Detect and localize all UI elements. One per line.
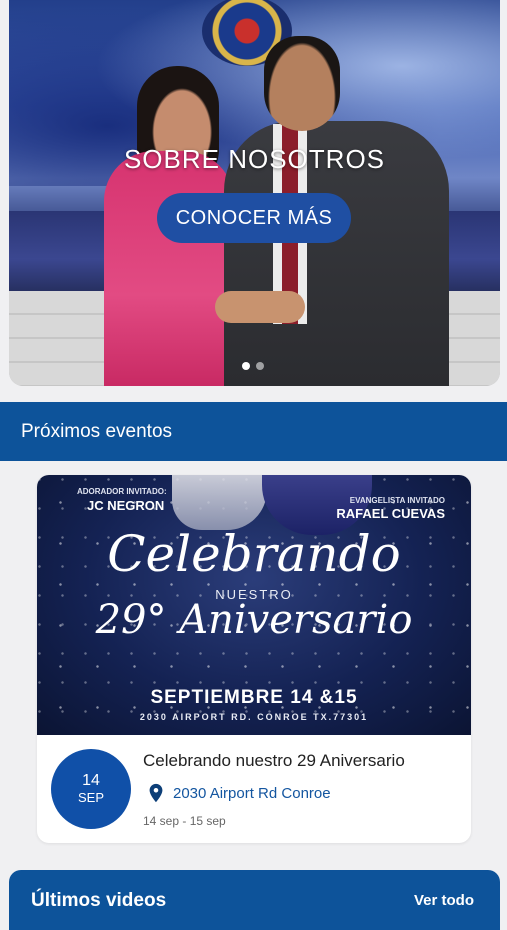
events-section-header: Próximos eventos bbox=[0, 402, 507, 461]
hero-banner[interactable]: SOBRE NOSOTROS CONOCER MÁS bbox=[9, 0, 500, 386]
carousel-dot-1[interactable] bbox=[242, 362, 250, 370]
event-day: 14 bbox=[82, 772, 100, 789]
event-card[interactable]: ADORADOR INVITADO: JC NEGRON EVANGELISTA… bbox=[37, 475, 471, 843]
flyer-guest1-role: ADORADOR INVITADO: bbox=[77, 487, 167, 496]
flyer-headline: Celebrando bbox=[107, 525, 401, 583]
flyer-guest2-name: RAFAEL CUEVAS bbox=[336, 506, 445, 521]
joined-hands bbox=[215, 291, 305, 323]
event-date-range: 14 sep - 15 sep bbox=[143, 814, 226, 828]
event-month: SEP bbox=[77, 790, 104, 805]
videos-section-header: Últimos videos Ver todo bbox=[9, 870, 500, 930]
event-flyer-image: ADORADOR INVITADO: JC NEGRON EVANGELISTA… bbox=[37, 475, 471, 735]
carousel-dot-2[interactable] bbox=[256, 362, 264, 370]
event-location[interactable]: 2030 Airport Rd Conroe bbox=[145, 781, 331, 805]
flyer-anniversary: 29° Aniversario bbox=[95, 597, 413, 643]
hero-title: SOBRE NOSOTROS bbox=[123, 144, 386, 174]
flyer-guest1-name: JC NEGRON bbox=[87, 498, 165, 513]
flyer-address: 2030 AIRPORT RD. CONROE TX.77301 bbox=[139, 712, 369, 722]
flyer-dates: SEPTIEMBRE 14 &15 bbox=[150, 687, 358, 708]
map-pin-icon bbox=[149, 783, 163, 803]
carousel-indicator[interactable] bbox=[242, 362, 264, 370]
learn-more-button[interactable]: CONOCER MÁS bbox=[157, 193, 351, 243]
woman-figure bbox=[104, 151, 234, 386]
videos-section-title: Últimos videos bbox=[31, 890, 167, 911]
event-location-text: 2030 Airport Rd Conroe bbox=[173, 784, 331, 802]
event-date-badge: 14 SEP bbox=[51, 749, 131, 829]
man-figure-head bbox=[264, 36, 340, 131]
events-section-title: Próximos eventos bbox=[21, 420, 173, 442]
flyer-guest2-role: EVANGELISTA INVITADO bbox=[349, 496, 445, 505]
view-all-link[interactable]: Ver todo bbox=[414, 892, 474, 909]
event-title[interactable]: Celebrando nuestro 29 Aniversario bbox=[143, 751, 405, 771]
